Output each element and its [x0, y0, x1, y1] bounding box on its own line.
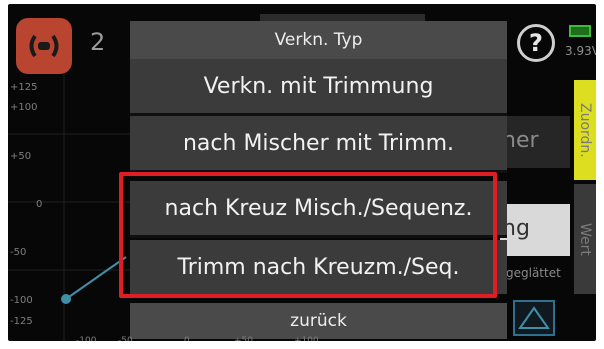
- y-axis-label: 0: [36, 199, 43, 210]
- device-screen: 2 ? 3.93V +125 +100 +50 0 -50 -100 -125 …: [8, 4, 596, 341]
- help-icon[interactable]: ?: [517, 24, 555, 62]
- x-axis-label: +50: [234, 336, 253, 341]
- back-button[interactable]: zurück: [130, 303, 507, 339]
- y-axis-label: +50: [10, 151, 32, 162]
- tab-zuordnung[interactable]: Zuordn.: [574, 80, 596, 180]
- option-link-with-trim[interactable]: Verkn. mit Trimmung: [130, 59, 507, 113]
- mixer-icon: [29, 34, 59, 58]
- option-after-cross-mixer-sequence[interactable]: nach Kreuz Misch./Sequenz.: [130, 181, 507, 235]
- tab-label: Wert: [577, 222, 593, 256]
- tab-label: Zuordn.: [577, 102, 593, 158]
- dialog-title: Verkn. Typ: [130, 21, 507, 59]
- battery-voltage: 3.93V: [565, 44, 596, 58]
- option-trim-after-cross-mixer-seq[interactable]: Trimm nach Kreuzm./Seq.: [130, 240, 507, 294]
- tab-wert[interactable]: Wert: [574, 184, 596, 294]
- x-axis-label: -50: [118, 336, 133, 341]
- bg-text: her: [502, 128, 539, 153]
- divider: [130, 170, 507, 173]
- triangle-icon: [518, 306, 550, 329]
- y-axis-label: -100: [10, 295, 33, 306]
- x-axis-label: +100: [294, 336, 319, 341]
- y-axis-label: +125: [10, 82, 38, 93]
- y-axis-label: -125: [10, 316, 33, 327]
- y-axis-label: +100: [10, 102, 38, 113]
- bg-text-small: geglättet: [506, 266, 561, 280]
- battery-icon: [569, 25, 591, 37]
- x-axis-label: -100: [76, 336, 97, 341]
- link-type-dialog: Verkn. Typ Verkn. mit Trimmung nach Misc…: [130, 21, 507, 341]
- option-after-mixer-with-trim[interactable]: nach Mischer mit Trimm.: [130, 116, 507, 170]
- model-number: 2: [90, 28, 106, 56]
- model-icon[interactable]: [16, 18, 72, 74]
- divider: [130, 235, 507, 238]
- y-axis-label: -50: [10, 247, 27, 258]
- triangle-button[interactable]: [513, 300, 555, 336]
- x-axis-label: 0: [184, 336, 190, 341]
